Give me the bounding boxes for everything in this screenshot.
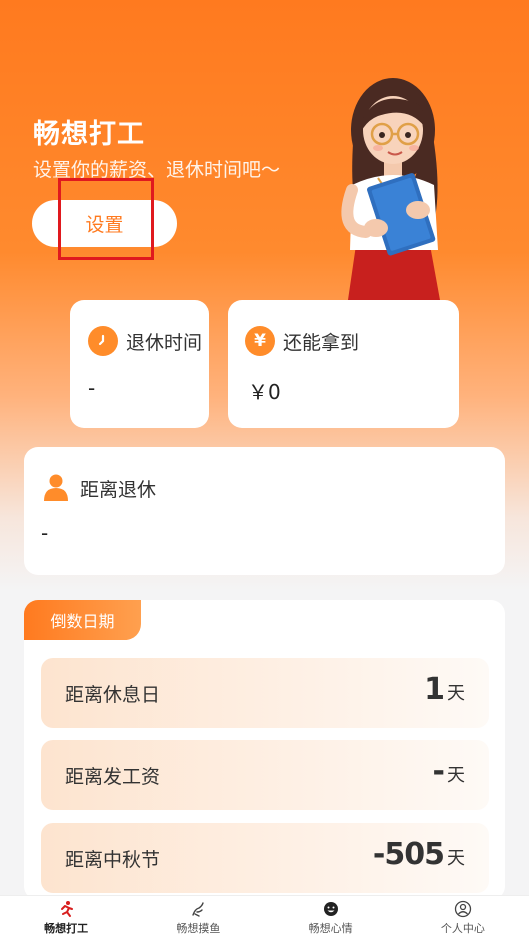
countdown-row-payday: 距离发工资 - 天 [41,740,489,810]
retire-time-card: 退休时间 - [70,300,209,428]
countdown-row-label: 距离中秋节 [65,849,161,871]
tab-profile[interactable]: 个人中心 [397,896,529,940]
countdown-row-unit: 天 [447,765,465,786]
clock-icon [88,326,118,356]
distance-retire-value: - [41,521,49,545]
retire-time-value: - [88,376,96,400]
countdown-row-number: - [432,754,445,789]
tab-label: 畅想摸鱼 [176,922,221,935]
retire-time-label: 退休时间 [126,332,203,354]
yen-icon: ¥ [245,326,275,356]
countdown-row-rest-day: 距离休息日 1 天 [41,658,489,728]
tab-label: 个人中心 [440,922,485,935]
tab-mood[interactable]: 畅想心情 [265,896,397,940]
countdown-row-label: 距离发工资 [65,766,161,788]
smile-face-icon [323,902,338,916]
running-icon [61,901,74,917]
can-earn-card: ¥ 还能拿到 ￥0 [228,300,459,428]
countdown-row-number: 1 [424,672,445,707]
setup-button[interactable]: 设置 [32,200,177,247]
countdown-row-value: - 天 [433,754,465,789]
distance-retire-card: 距离退休 - [24,447,505,575]
girl-illustration [341,78,440,300]
page-title: 畅想打工 [33,119,145,150]
person-icon [44,474,68,501]
user-icon [454,900,472,918]
countdown-row-value: 1 天 [424,672,465,707]
countdown-row-mid-autumn: 距离中秋节 -505 天 [41,823,489,893]
can-earn-label: 还能拿到 [283,332,360,354]
countdown-row-value: -505 天 [373,837,465,872]
countdown-row-unit: 天 [447,848,465,869]
bottom-tab-bar: 畅想打工 畅想摸鱼 畅想心情 个人中心 [0,895,529,940]
countdown-tab: 倒数日期 [24,600,141,640]
can-earn-value: ￥0 [248,380,281,404]
tab-label: 畅想心情 [308,922,353,935]
fish-hand-icon [192,902,205,917]
tab-slack[interactable]: 畅想摸鱼 [132,896,264,940]
countdown-row-label: 距离休息日 [65,684,161,706]
countdown-row-unit: 天 [447,683,465,704]
page-subtitle: 设置你的薪资、退休时间吧～ [33,159,281,181]
tab-label: 畅想打工 [44,922,89,935]
tab-work[interactable]: 畅想打工 [0,896,132,940]
countdown-row-number: -505 [372,837,445,872]
distance-retire-label: 距离退休 [80,479,157,501]
